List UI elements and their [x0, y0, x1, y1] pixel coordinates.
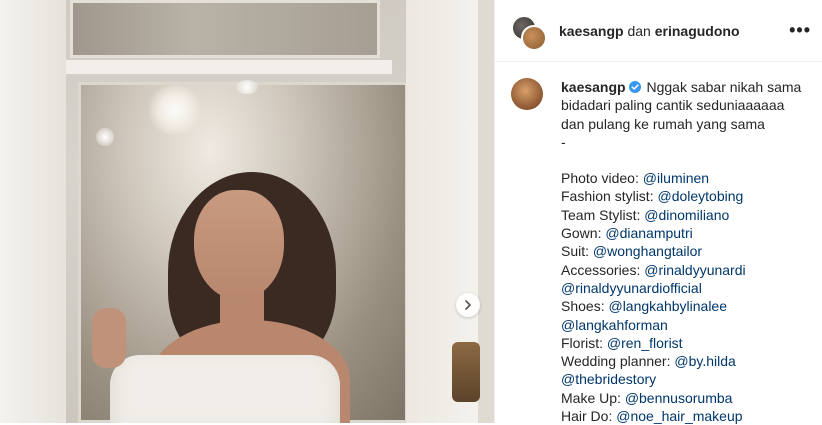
next-photo-button[interactable] [456, 293, 480, 317]
white-dress [110, 355, 340, 423]
chevron-right-icon [465, 300, 471, 310]
caption-text: - [561, 133, 566, 150]
credit-line: @langkahforman [561, 316, 807, 334]
conjunction-text: dan [627, 22, 651, 39]
woman-hand [92, 308, 126, 368]
credit-label: Gown: [561, 225, 602, 242]
mention-link[interactable]: @noe_hair_makeup [616, 408, 742, 424]
woman-face [194, 190, 284, 300]
credit-label: Wedding planner: [561, 353, 671, 370]
caption-username-link[interactable]: kaesangp [561, 79, 626, 95]
avatar[interactable] [521, 24, 547, 51]
credit-label: Team Stylist: [561, 206, 641, 223]
light-reflection [96, 128, 114, 146]
collab-title: kaesangp dan erinagudono [559, 23, 789, 39]
mention-link[interactable]: @doleytobing [657, 188, 743, 204]
mention-link[interactable]: @wonghangtailor [593, 243, 702, 259]
door-left-panel [0, 0, 66, 423]
credit-line: @rinaldyyunardiofficial [561, 279, 807, 297]
credit-line: Florist: @ren_florist [561, 334, 807, 352]
mention-link[interactable]: @iluminen [643, 170, 709, 186]
credit-line: Shoes: @langkahbylinalee [561, 297, 807, 315]
credit-label: Suit: [561, 243, 590, 260]
post-header: kaesangp dan erinagudono ••• [495, 0, 822, 62]
verified-badge-icon [628, 81, 641, 93]
door-handle [452, 342, 480, 402]
collab-avatars[interactable] [511, 14, 547, 51]
avatar[interactable] [511, 78, 543, 110]
mention-link[interactable]: @rinaldyyunardiofficial [561, 280, 702, 296]
door-rail [66, 60, 392, 74]
mention-link[interactable]: @thebridestory [561, 371, 656, 387]
credit-label: Shoes: [561, 298, 605, 315]
credit-line: Wedding planner: @by.hilda [561, 352, 807, 370]
mention-link[interactable]: @bennusorumba [625, 390, 733, 406]
mention-link[interactable]: @ren_florist [607, 335, 683, 351]
caption-text: dan pulang ke rumah yang sama [561, 115, 765, 132]
post-photo[interactable] [0, 0, 494, 423]
post-caption: kaesangp Nggak sabar nikah sama bidadari… [495, 62, 822, 425]
caption-text: Nggak sabar nikah sama [646, 79, 802, 95]
door-edge [478, 0, 494, 423]
credit-line: Photo video: @iluminen [561, 169, 807, 187]
post-sidebar: kaesangp dan erinagudono ••• kaesangp Ng… [494, 0, 822, 425]
credit-line: @thebridestory [561, 370, 807, 388]
credits-list: Photo video: @iluminen Fashion stylist: @… [561, 169, 807, 425]
credit-line: Accessories: @rinaldyyunardi [561, 261, 807, 279]
mention-link[interactable]: @langkahbylinalee [608, 298, 727, 314]
more-options-icon[interactable]: ••• [789, 20, 811, 41]
credit-label: Make Up: [561, 389, 621, 406]
credit-label: Accessories: [561, 261, 641, 278]
instagram-post: kaesangp dan erinagudono ••• kaesangp Ng… [0, 0, 822, 425]
credit-line: Gown: @dianamputri [561, 224, 807, 242]
credit-label: Photo video: [561, 170, 639, 187]
caption-body: kaesangp Nggak sabar nikah sama bidadari… [561, 78, 807, 425]
mention-link[interactable]: @dianamputri [605, 225, 692, 241]
credit-label: Florist: [561, 334, 603, 351]
credit-label: Fashion stylist: [561, 188, 654, 205]
credit-line: Suit: @wonghangtailor [561, 242, 807, 260]
credit-line: Team Stylist: @dinomiliano [561, 206, 807, 224]
chandelier-light [145, 85, 205, 135]
caption-text: bidadari paling cantik seduniaaaaaa [561, 97, 785, 114]
mention-link[interactable]: @langkahforman [561, 317, 668, 333]
mention-link[interactable]: @dinomiliano [644, 207, 729, 223]
credit-label: Hair Do: [561, 408, 613, 425]
credit-line: Hair Do: @noe_hair_makeup [561, 407, 807, 425]
light-reflection [236, 80, 258, 94]
mention-link[interactable]: @rinaldyyunardi [644, 262, 745, 278]
collaborator-username-link[interactable]: erinagudono [655, 23, 740, 39]
credit-line: Make Up: @bennusorumba [561, 389, 807, 407]
mention-link[interactable]: @by.hilda [674, 353, 735, 369]
author-username-link[interactable]: kaesangp [559, 23, 624, 39]
credit-line: Fashion stylist: @doleytobing [561, 187, 807, 205]
door-upper-glass [70, 0, 380, 58]
